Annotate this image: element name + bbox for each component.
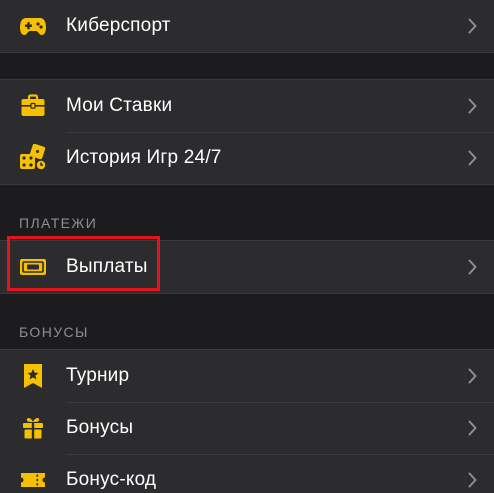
menu-item-payouts-label: Выплаты <box>66 256 148 277</box>
chevron-right-icon <box>465 418 479 438</box>
esports-group: Киберспорт <box>0 0 494 53</box>
bonuses-section-header: БОНУСЫ <box>0 294 494 349</box>
bets-group: Мои Ставки История Игр 24/7 <box>0 79 494 185</box>
bonuses-group: Турнир Бонусы Бонус-код <box>0 349 494 493</box>
ribbon-star-icon <box>19 362 47 390</box>
ticket-icon <box>19 466 47 493</box>
chevron-right-icon <box>465 16 479 36</box>
gamepad-icon <box>19 12 47 40</box>
menu-item-game-history[interactable]: История Игр 24/7 <box>0 132 494 184</box>
menu-item-game-history-label: История Игр 24/7 <box>66 147 222 168</box>
banknote-icon <box>19 253 47 281</box>
menu-item-promo-code-label: Бонус-код <box>66 469 157 490</box>
payments-section-header: ПЛАТЕЖИ <box>0 185 494 240</box>
chevron-right-icon <box>465 470 479 490</box>
payments-group: Выплаты <box>0 240 494 294</box>
gift-icon <box>19 414 47 442</box>
menu-item-payouts[interactable]: Выплаты <box>0 241 494 293</box>
group-spacer <box>0 53 494 79</box>
briefcase-icon <box>19 92 47 120</box>
menu-item-tournament[interactable]: Турнир <box>0 350 494 402</box>
menu-screen: Киберспорт Мои Ставки История Игр 24/7 П… <box>0 0 494 493</box>
chevron-right-icon <box>465 148 479 168</box>
menu-item-my-bets[interactable]: Мои Ставки <box>0 80 494 132</box>
menu-item-tournament-label: Турнир <box>66 365 130 386</box>
chevron-right-icon <box>465 96 479 116</box>
menu-item-esports-label: Киберспорт <box>66 15 171 36</box>
chevron-right-icon <box>465 257 479 277</box>
menu-item-my-bets-label: Мои Ставки <box>66 95 173 116</box>
menu-item-bonuses-label: Бонусы <box>66 417 134 438</box>
menu-item-bonuses[interactable]: Бонусы <box>0 402 494 454</box>
chevron-right-icon <box>465 366 479 386</box>
menu-item-esports[interactable]: Киберспорт <box>0 0 494 52</box>
menu-item-promo-code[interactable]: Бонус-код <box>0 454 494 493</box>
dice-icon <box>19 144 47 172</box>
